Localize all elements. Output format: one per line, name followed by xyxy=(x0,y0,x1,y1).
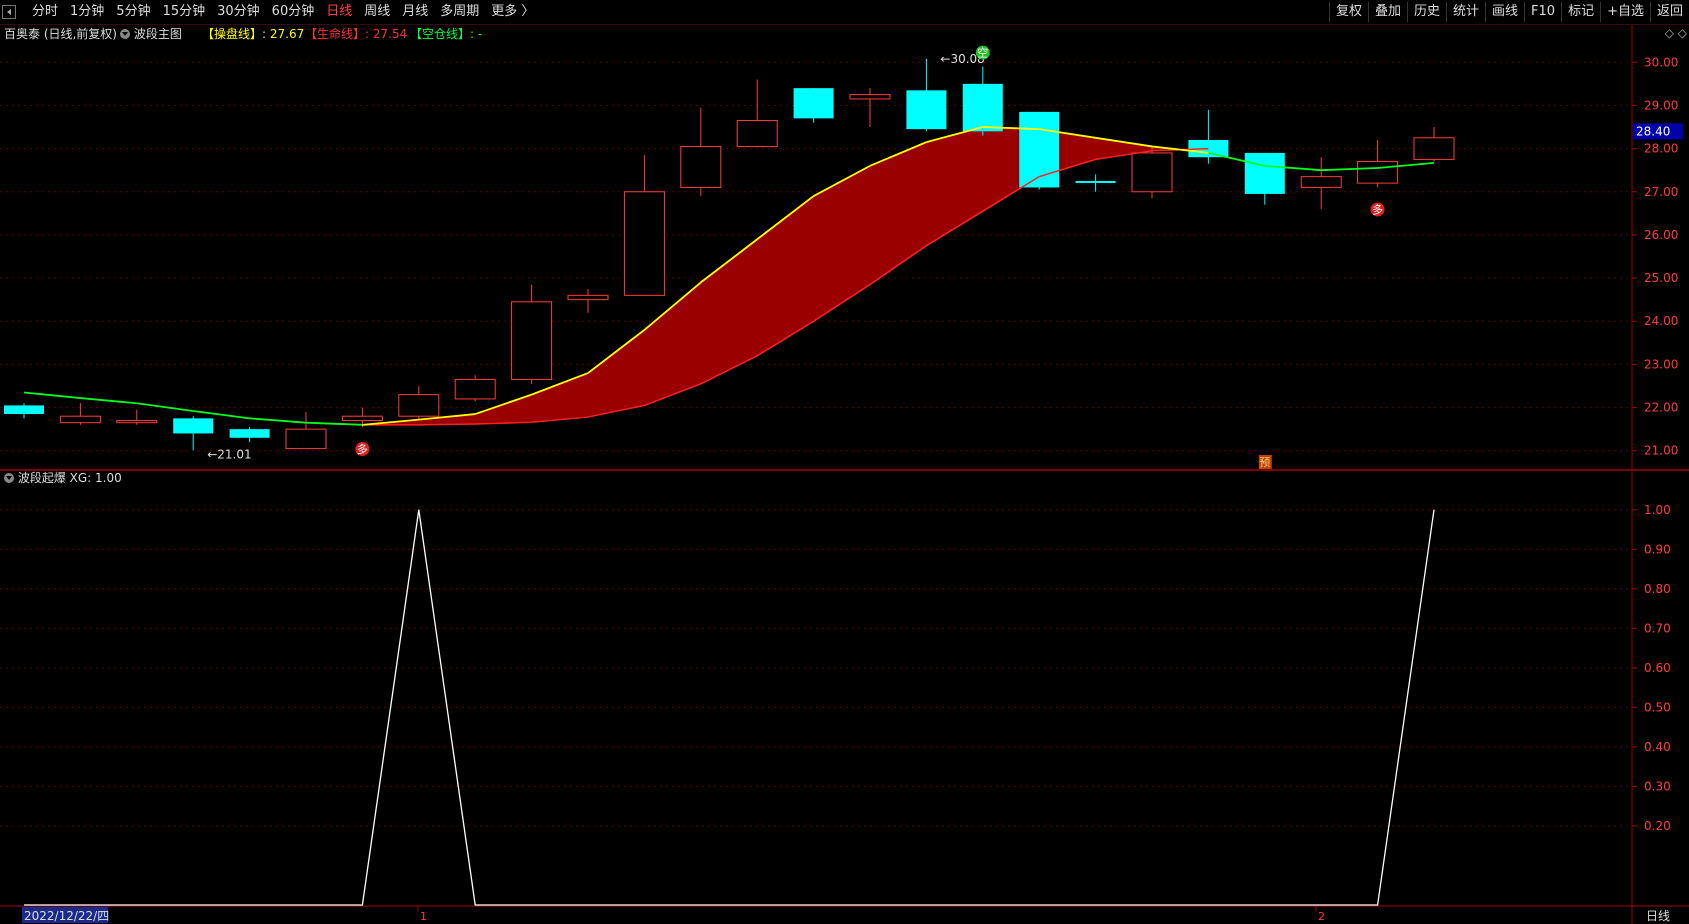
sub-tick-label: 1.00 xyxy=(1644,503,1671,517)
pre-marker-text: 预 xyxy=(1259,456,1270,469)
operate-line-segment xyxy=(193,410,250,420)
price-tick-label: 28.00 xyxy=(1644,142,1678,156)
sub-tick-label: 0.70 xyxy=(1644,621,1671,635)
candle-body-down xyxy=(4,405,44,415)
time-tick-label: 1 xyxy=(420,910,427,923)
candle-body-up xyxy=(398,394,440,417)
buy-marker-text: 多 xyxy=(357,442,368,456)
price-tick-label: 25.00 xyxy=(1644,271,1678,285)
candle-body-down xyxy=(1075,180,1116,183)
candle-body-down xyxy=(962,83,1003,132)
sub-tick-label: 0.50 xyxy=(1644,700,1671,714)
candle-body-up xyxy=(1413,137,1455,160)
price-tick-label: 22.00 xyxy=(1644,401,1678,415)
buy-marker-text: 多 xyxy=(1372,202,1383,216)
price-tick-label: 30.00 xyxy=(1644,55,1678,69)
candle-body-up xyxy=(59,415,101,424)
sell-marker-text: 空 xyxy=(977,46,988,60)
candle-body-up xyxy=(849,94,891,100)
time-tick-label: 2 xyxy=(1318,910,1325,923)
candle-body-down xyxy=(173,418,214,434)
sub-tick-label: 0.80 xyxy=(1644,582,1671,596)
candle-body-up xyxy=(511,301,553,381)
date-label: 2022/12/22/四 xyxy=(24,909,109,923)
price-tick-label: 26.00 xyxy=(1644,228,1678,242)
sub-tick-label: 0.60 xyxy=(1644,661,1671,675)
candle-body-up xyxy=(1131,152,1173,193)
sub-tick-label: 0.40 xyxy=(1644,740,1671,754)
price-tick-label: 24.00 xyxy=(1644,314,1678,328)
price-annotation: ←21.01 xyxy=(207,447,251,461)
current-price-label: 28.40 xyxy=(1636,124,1670,138)
operate-line-segment xyxy=(23,391,81,399)
price-tick-label: 21.00 xyxy=(1644,444,1678,458)
candle-body-up xyxy=(680,145,722,188)
candle-body-up xyxy=(623,191,665,296)
price-tick-label: 23.00 xyxy=(1644,357,1678,371)
operate-line-segment xyxy=(305,421,363,426)
sub-tick-label: 0.30 xyxy=(1644,779,1671,793)
kline-chart[interactable]: 30.00 29.00 28.00 27.00 26.00 25.00 24.00 23.00… xyxy=(0,0,1689,924)
sub-tick-label: 0.90 xyxy=(1644,542,1671,556)
candle-body-down xyxy=(1244,152,1285,194)
candle-body-up xyxy=(454,379,496,400)
candle-body-up xyxy=(567,294,609,301)
price-tick-label: 29.00 xyxy=(1644,98,1678,112)
period-label: 日线 xyxy=(1646,909,1670,923)
price-tick-label: 27.00 xyxy=(1644,185,1678,199)
candle-body-down xyxy=(906,90,947,130)
candle-body-up xyxy=(341,415,383,422)
candle-body-up xyxy=(285,428,327,450)
operate-line-segment xyxy=(80,397,137,405)
candle-body-down xyxy=(229,429,270,438)
operate-line-segment xyxy=(249,417,307,424)
candle-body-down xyxy=(793,88,834,119)
candle-body-up xyxy=(1357,161,1399,184)
sub-tick-label: 0.20 xyxy=(1644,819,1671,833)
candle-body-up xyxy=(1300,176,1342,188)
candle-body-up xyxy=(116,420,158,424)
candle-body-up xyxy=(736,120,778,147)
